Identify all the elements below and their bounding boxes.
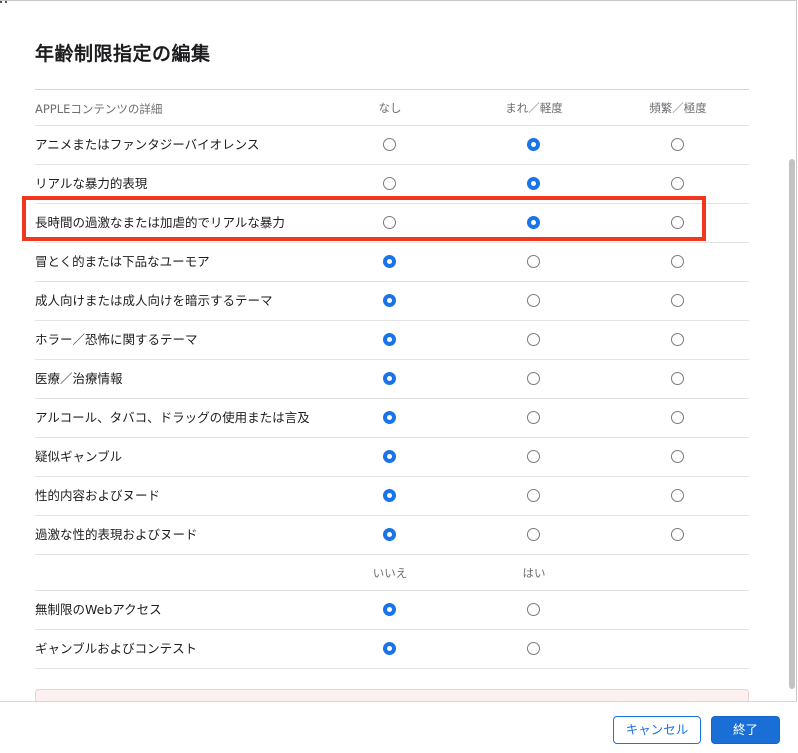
table-row: リアルな暴力的表現 [35, 165, 749, 204]
rating-radio[interactable] [383, 372, 396, 385]
rating-radio[interactable] [383, 450, 396, 463]
rating-radio[interactable] [671, 216, 684, 229]
rating-radio[interactable] [671, 333, 684, 346]
rating-radio[interactable] [383, 255, 396, 268]
rating-radio[interactable] [527, 489, 540, 502]
table-header-row: APPLEコンテンツの詳細 なし まれ／軽度 頻繁／極度 [35, 89, 749, 126]
rating-radio[interactable] [671, 255, 684, 268]
row-label: 成人向けまたは成人向けを暗示するテーマ [35, 293, 273, 308]
yesno-radio[interactable] [383, 642, 396, 655]
table-row: 長時間の過激なまたは加虐的でリアルな暴力 [35, 204, 749, 243]
row-label: 無制限のWebアクセス [35, 602, 162, 617]
row-label: 長時間の過激なまたは加虐的でリアルな暴力 [35, 215, 285, 230]
row-label: ホラー／恐怖に関するテーマ [35, 332, 198, 347]
rating-radio[interactable] [383, 177, 396, 190]
rating-radio[interactable] [383, 138, 396, 151]
column-header: 頻繁／極度 [649, 101, 707, 115]
rating-radio[interactable] [671, 138, 684, 151]
row-label: 過激な性的表現およびヌード [35, 527, 198, 542]
row-label: 冒とく的または下品なユーモア [35, 254, 210, 269]
row-label: 医療／治療情報 [35, 371, 123, 386]
rating-radio[interactable] [527, 450, 540, 463]
rating-radio[interactable] [383, 333, 396, 346]
rating-radio[interactable] [383, 528, 396, 541]
rating-radio[interactable] [671, 294, 684, 307]
table-row: アルコール、タバコ、ドラッグの使用または言及 [35, 399, 749, 438]
row-label: リアルな暴力的表現 [35, 176, 148, 191]
table-row: アニメまたはファンタジーバイオレンス [35, 126, 749, 165]
rating-radio[interactable] [671, 450, 684, 463]
rating-radio[interactable] [383, 489, 396, 502]
column-header: いいえ [372, 566, 408, 580]
table-row: 成人向けまたは成人向けを暗示するテーマ [35, 282, 749, 321]
rating-radio[interactable] [671, 528, 684, 541]
column-header: はい [522, 566, 546, 580]
column-header: なし [378, 101, 402, 115]
row-label: アニメまたはファンタジーバイオレンス [35, 137, 260, 152]
rating-radio[interactable] [383, 294, 396, 307]
table-row: 無制限のWebアクセス [35, 591, 749, 630]
row-label: 性的内容およびヌード [35, 488, 161, 503]
window-corner-dots [0, 1, 8, 5]
rating-radio[interactable] [671, 177, 684, 190]
edit-age-rating-dialog: 年齢制限指定の編集 APPLEコンテンツの詳細 なし まれ／軽度 頻繁／極度アニメまた… [0, 0, 797, 753]
table-row: 過激な性的表現およびヌード [35, 516, 749, 555]
column-header: まれ／軽度 [505, 101, 563, 115]
rating-radio[interactable] [527, 216, 540, 229]
table-row: 疑似ギャンブル [35, 438, 749, 477]
table-row: ギャンブルおよびコンテスト [35, 630, 749, 669]
yesno-radio[interactable] [383, 603, 396, 616]
scrollbar-thumb[interactable] [789, 159, 795, 689]
row-label: 疑似ギャンブル [35, 449, 123, 464]
rating-radio[interactable] [527, 333, 540, 346]
table-row: 冒とく的または下品なユーモア [35, 243, 749, 282]
table-header-label: APPLEコンテンツの詳細 [35, 102, 163, 116]
rating-radio[interactable] [383, 411, 396, 424]
rating-radio[interactable] [527, 177, 540, 190]
table-row: 医療／治療情報 [35, 360, 749, 399]
yesno-radio[interactable] [527, 603, 540, 616]
rating-radio[interactable] [527, 138, 540, 151]
rating-radio[interactable] [527, 411, 540, 424]
rating-radio[interactable] [527, 372, 540, 385]
done-button[interactable]: 終了 [711, 716, 780, 744]
rating-radio[interactable] [671, 489, 684, 502]
rating-radio[interactable] [671, 411, 684, 424]
table-row: 性的内容およびヌード [35, 477, 749, 516]
dialog-footer: キャンセル 終了 [0, 701, 797, 753]
yesno-radio[interactable] [527, 642, 540, 655]
cancel-button[interactable]: キャンセル [613, 716, 701, 744]
table-row: ホラー／恐怖に関するテーマ [35, 321, 749, 360]
row-label: ギャンブルおよびコンテスト [35, 641, 198, 656]
rating-radio[interactable] [527, 294, 540, 307]
row-label: アルコール、タバコ、ドラッグの使用または言及 [35, 410, 310, 425]
rating-radio[interactable] [527, 528, 540, 541]
rating-radio[interactable] [671, 372, 684, 385]
dialog-title: 年齢制限指定の編集 [35, 43, 211, 65]
rating-radio[interactable] [527, 255, 540, 268]
rating-radio[interactable] [383, 216, 396, 229]
yesno-header-row: いいえ はい [35, 555, 749, 591]
